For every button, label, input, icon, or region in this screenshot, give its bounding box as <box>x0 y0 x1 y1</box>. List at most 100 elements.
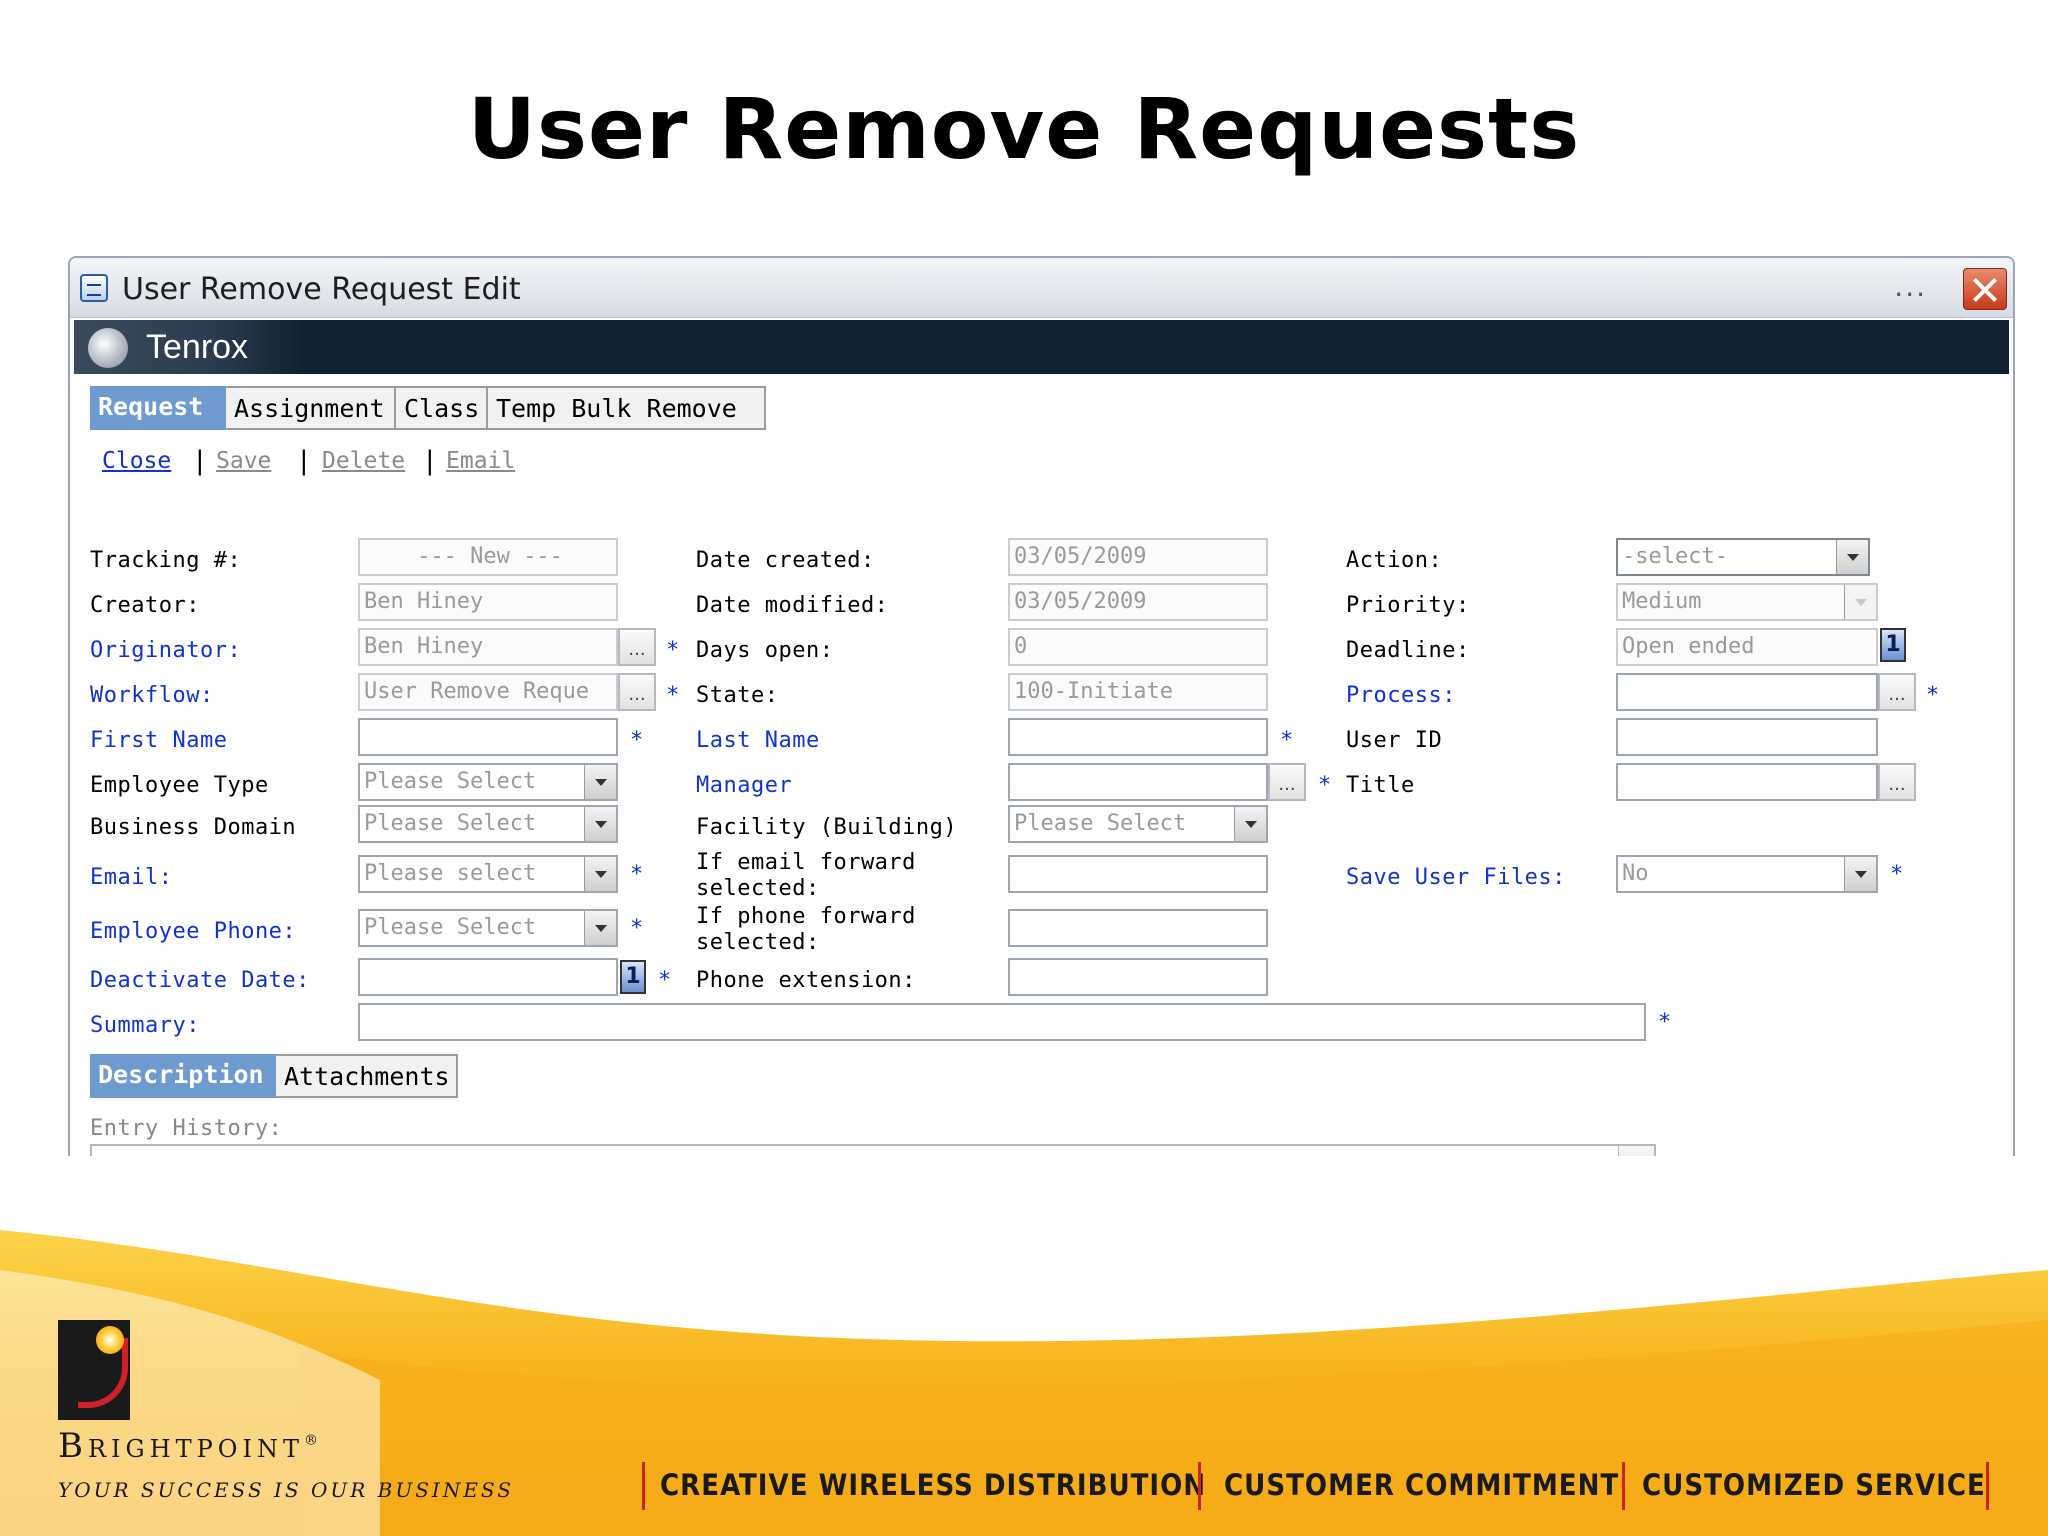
state-field: 100-Initiate <box>1008 673 1268 711</box>
command-separator: | <box>192 446 208 476</box>
business-domain-value: Please Select <box>364 811 537 836</box>
originator-label[interactable]: Originator: <box>90 638 241 664</box>
delete-link[interactable]: Delete <box>322 448 405 474</box>
deactivate-date-input[interactable] <box>358 958 618 996</box>
title-lookup-button[interactable]: ... <box>1878 763 1916 801</box>
email-forward-label-line1: If email forward <box>696 850 916 875</box>
email-select[interactable]: Please select <box>358 855 618 893</box>
tracking-field: --- New --- <box>358 538 618 576</box>
tracking-label: Tracking #: <box>90 548 242 573</box>
motto-divider <box>1986 1462 1989 1510</box>
required-marker: * <box>1318 773 1332 798</box>
days-open-field: 0 <box>1008 628 1268 666</box>
summary-label: Summary: <box>90 1013 200 1038</box>
action-label: Action: <box>1346 548 1443 573</box>
calendar-icon[interactable]: 1 <box>1880 628 1906 662</box>
manager-label[interactable]: Manager <box>696 773 792 799</box>
deadline-label: Deadline: <box>1346 638 1470 663</box>
employee-phone-label: Employee Phone: <box>90 919 297 944</box>
manager-input[interactable] <box>1008 763 1268 801</box>
business-domain-label: Business Domain <box>90 815 297 840</box>
deadline-field: Open ended <box>1616 628 1878 666</box>
originator-lookup-button[interactable]: ... <box>618 628 656 666</box>
originator-field: Ben Hiney <box>358 628 618 666</box>
command-separator: | <box>422 446 438 476</box>
last-name-input[interactable] <box>1008 718 1268 756</box>
tab-description[interactable]: Description <box>90 1054 276 1098</box>
required-marker: * <box>1926 683 1940 708</box>
facility-label: Facility (Building) <box>696 815 958 840</box>
first-name-input[interactable] <box>358 718 618 756</box>
creator-label: Creator: <box>90 593 200 618</box>
date-modified-field: 03/05/2009 <box>1008 583 1268 621</box>
email-forward-label: If email forward selected: <box>696 850 916 902</box>
employee-type-label: Employee Type <box>90 773 269 798</box>
facility-select[interactable]: Please Select <box>1008 805 1268 843</box>
required-marker: * <box>666 683 680 708</box>
business-domain-select[interactable]: Please Select <box>358 805 618 843</box>
phone-forward-input[interactable] <box>1008 909 1268 947</box>
title-input[interactable] <box>1616 763 1878 801</box>
process-lookup-button[interactable]: ... <box>1878 673 1916 711</box>
last-name-label: Last Name <box>696 728 820 753</box>
employee-type-select[interactable]: Please Select <box>358 763 618 801</box>
user-id-input[interactable] <box>1616 718 1878 756</box>
workflow-label[interactable]: Workflow: <box>90 683 214 709</box>
state-label: State: <box>696 683 779 708</box>
required-marker: * <box>630 862 644 887</box>
phone-forward-label-line2: selected: <box>696 930 820 955</box>
chevron-down-icon[interactable] <box>584 911 616 945</box>
tab-class[interactable]: Class <box>396 386 488 430</box>
tab-attachments[interactable]: Attachments <box>276 1054 458 1098</box>
phone-forward-label-line1: If phone forward <box>696 904 916 929</box>
employee-phone-value: Please Select <box>364 915 537 940</box>
phone-extension-input[interactable] <box>1008 958 1268 996</box>
employee-phone-select[interactable]: Please Select <box>358 909 618 947</box>
manager-lookup-button[interactable]: ... <box>1268 763 1306 801</box>
action-select[interactable]: -select- <box>1616 538 1870 576</box>
window-more-icon[interactable]: ... <box>1894 270 1927 303</box>
tab-temp-bulk-remove[interactable]: Temp Bulk Remove <box>488 386 766 430</box>
chevron-down-icon[interactable] <box>584 807 616 841</box>
calendar-icon[interactable]: 1 <box>620 960 646 994</box>
priority-value: Medium <box>1622 589 1702 614</box>
motto-customized-service: CUSTOMIZED SERVICE <box>1642 1468 1986 1502</box>
process-input[interactable] <box>1616 673 1878 711</box>
motto-divider <box>642 1462 645 1510</box>
workflow-lookup-button[interactable]: ... <box>618 673 656 711</box>
close-icon[interactable] <box>1963 268 2007 310</box>
save-user-files-value: No <box>1622 861 1649 886</box>
motto-divider <box>1198 1462 1201 1510</box>
creator-field: Ben Hiney <box>358 583 618 621</box>
save-user-files-select[interactable]: No <box>1616 855 1878 893</box>
save-user-files-label: Save User Files: <box>1346 865 1566 890</box>
process-label[interactable]: Process: <box>1346 683 1456 709</box>
chevron-down-icon <box>1844 585 1876 619</box>
chevron-down-icon[interactable] <box>1234 807 1266 841</box>
entry-history-label: Entry History: <box>90 1116 283 1141</box>
save-link[interactable]: Save <box>216 448 271 474</box>
brightpoint-name: Brightpoint <box>58 1426 304 1466</box>
summary-input[interactable] <box>358 1003 1646 1041</box>
date-created-label: Date created: <box>696 548 875 573</box>
required-marker: * <box>630 728 644 753</box>
action-value: -select- <box>1622 544 1728 569</box>
window-titlebar: User Remove Request Edit ... <box>70 258 2013 318</box>
command-separator: | <box>296 446 312 476</box>
email-label: Email: <box>90 865 173 890</box>
chevron-down-icon[interactable] <box>1844 857 1876 891</box>
required-marker: * <box>1280 728 1294 753</box>
chevron-down-icon[interactable] <box>584 857 616 891</box>
phone-extension-label: Phone extension: <box>696 968 916 993</box>
close-link[interactable]: Close <box>102 448 171 474</box>
email-forward-input[interactable] <box>1008 855 1268 893</box>
email-link[interactable]: Email <box>446 448 515 474</box>
tab-assignment[interactable]: Assignment <box>226 386 396 430</box>
tab-request[interactable]: Request <box>90 386 226 430</box>
motto-customer-commitment: CUSTOMER COMMITMENT <box>1224 1468 1620 1502</box>
facility-value: Please Select <box>1014 811 1187 836</box>
days-open-label: Days open: <box>696 638 834 663</box>
chevron-down-icon[interactable] <box>1836 540 1868 574</box>
chevron-down-icon[interactable] <box>584 765 616 799</box>
first-name-label: First Name <box>90 728 228 753</box>
